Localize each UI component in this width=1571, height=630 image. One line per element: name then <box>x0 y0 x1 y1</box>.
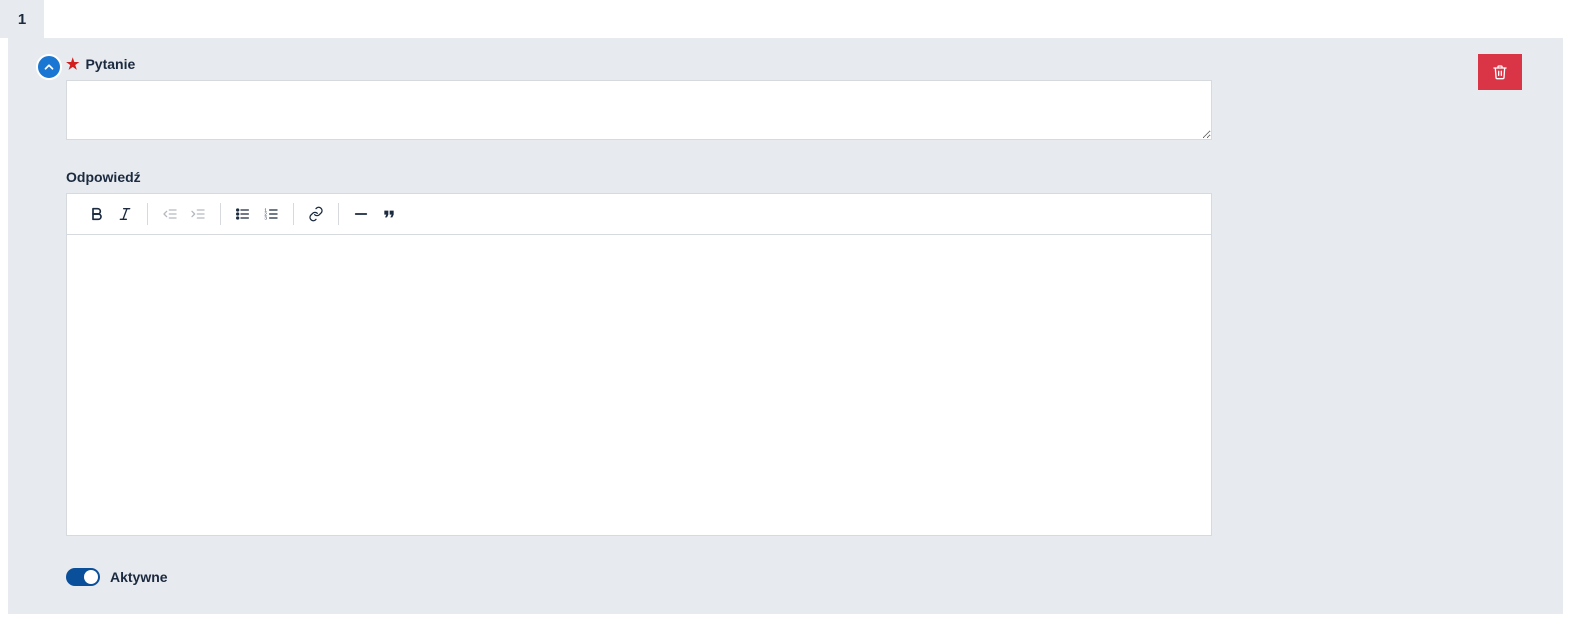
answer-block: Odpowiedź <box>66 169 1212 536</box>
delete-button[interactable] <box>1478 54 1522 90</box>
blockquote-button[interactable] <box>375 200 403 228</box>
toolbar-group-lists: 123 <box>221 200 293 228</box>
chevron-up-icon <box>42 60 56 74</box>
question-label: Pytanie <box>85 56 135 72</box>
indent-icon <box>190 206 206 222</box>
horizontal-rule-icon <box>353 206 369 222</box>
toolbar-group-link <box>294 200 338 228</box>
toolbar-group-textstyle <box>75 200 147 228</box>
toggle-knob-icon <box>84 570 98 584</box>
answer-label-row: Odpowiedź <box>66 169 1212 185</box>
editor-toolbar: 123 <box>67 194 1211 235</box>
indent-button <box>184 200 212 228</box>
active-toggle-row: Aktywne <box>66 568 1212 586</box>
tab-1[interactable]: 1 <box>0 0 44 38</box>
content-column: ★ Pytanie Odpowiedź <box>66 56 1212 586</box>
active-toggle[interactable] <box>66 568 100 586</box>
page-root: 1 ★ Pytanie Odpowiedź <box>0 0 1571 624</box>
quote-icon <box>381 206 397 222</box>
toolbar-group-blocks <box>339 200 411 228</box>
numbered-list-button[interactable]: 123 <box>257 200 285 228</box>
italic-icon <box>117 206 133 222</box>
numbered-list-icon: 123 <box>263 206 279 222</box>
active-toggle-label: Aktywne <box>110 569 168 585</box>
answer-editor: 123 <box>66 193 1212 536</box>
bold-icon <box>89 206 105 222</box>
bulleted-list-icon <box>235 206 251 222</box>
answer-textarea[interactable] <box>67 235 1211 535</box>
tab-strip: 1 <box>0 0 1571 38</box>
collapse-button[interactable] <box>36 54 62 80</box>
horizontal-rule-button[interactable] <box>347 200 375 228</box>
bulleted-list-button[interactable] <box>229 200 257 228</box>
required-star-icon: ★ <box>66 57 79 72</box>
answer-label: Odpowiedź <box>66 169 141 185</box>
tab-label: 1 <box>18 11 26 28</box>
svg-text:3: 3 <box>264 215 267 220</box>
bold-button[interactable] <box>83 200 111 228</box>
question-panel: ★ Pytanie Odpowiedź <box>8 38 1563 614</box>
link-icon <box>308 206 324 222</box>
trash-icon <box>1492 63 1508 81</box>
link-button[interactable] <box>302 200 330 228</box>
question-input[interactable] <box>66 80 1212 140</box>
question-label-row: ★ Pytanie <box>66 56 1212 72</box>
outdent-button <box>156 200 184 228</box>
toolbar-group-indent <box>148 200 220 228</box>
italic-button[interactable] <box>111 200 139 228</box>
panel-wrapper: ★ Pytanie Odpowiedź <box>66 56 1533 586</box>
outdent-icon <box>162 206 178 222</box>
